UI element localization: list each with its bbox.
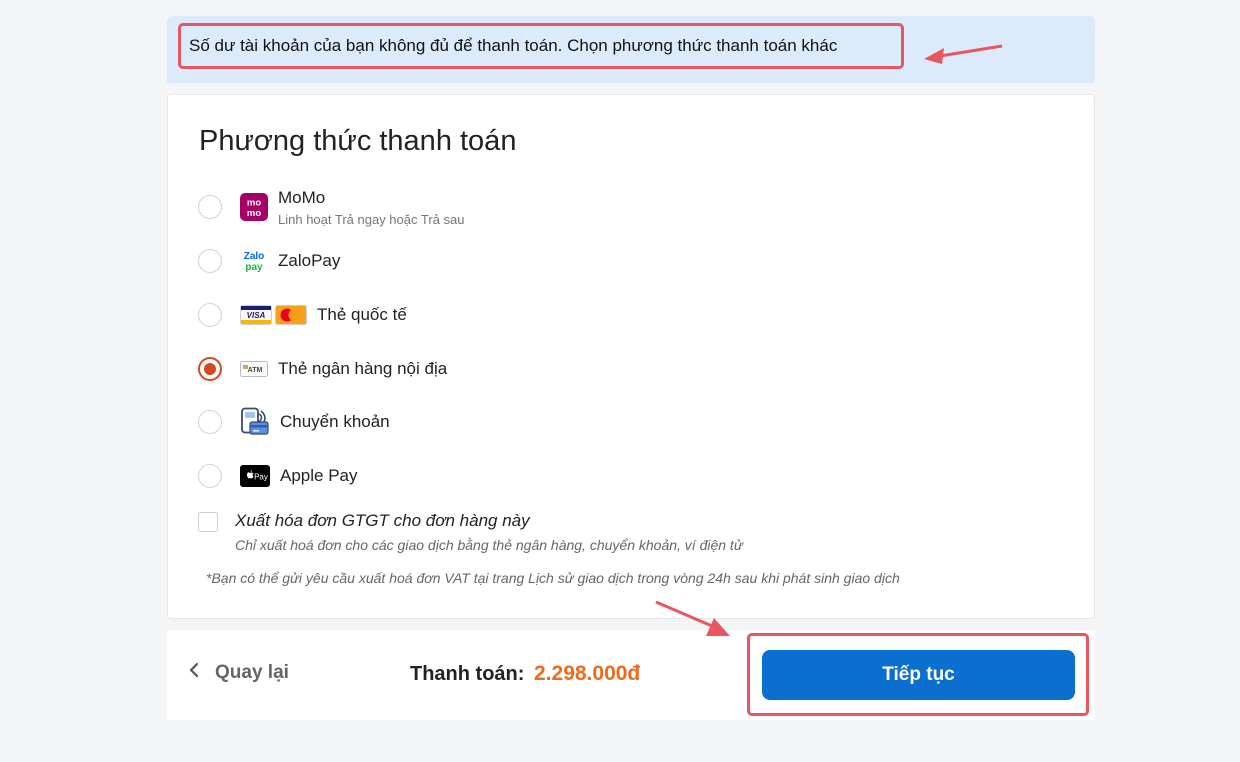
svg-text:mo: mo (247, 198, 261, 209)
zalopay-icon: Zalo pay (240, 247, 268, 275)
payment-option-label: Thẻ ngân hàng nội địa (278, 359, 448, 378)
total-amount: 2.298.000đ (534, 662, 641, 685)
continue-button[interactable]: Tiếp tục (762, 650, 1075, 700)
payment-method-card: Phương thức thanh toán mo mo MoMo Linh h… (167, 94, 1095, 619)
svg-text:Zalo: Zalo (244, 251, 265, 262)
back-button[interactable]: Quay lại (189, 662, 289, 684)
alert-highlight-box: Số dư tài khoản của bạn không đủ để than… (178, 23, 904, 69)
payment-option-zalopay[interactable]: Zalo pay ZaloPay (198, 241, 798, 281)
annotation-arrow-button (655, 600, 730, 636)
payment-option-international-card[interactable]: VISA Thẻ quốc tế (198, 295, 798, 335)
payment-option-label: ZaloPay (278, 251, 341, 270)
radio-momo[interactable] (198, 195, 222, 219)
payment-option-momo[interactable]: mo mo MoMo Linh hoạt Trả ngay hoặc Trả s… (198, 185, 798, 229)
payment-option-sublabel: Linh hoạt Trả ngay hoặc Trả sau (278, 211, 465, 227)
atm-card-icon: ATM (240, 359, 268, 379)
back-label: Quay lại (215, 662, 289, 683)
svg-text:VISA: VISA (247, 311, 266, 320)
checkout-footer: Quay lại Thanh toán: 2.298.000đ Tiếp tục (167, 630, 1095, 720)
svg-text:pay: pay (245, 262, 263, 273)
alert-message: Số dư tài khoản của bạn không đủ để than… (189, 36, 838, 55)
radio-domestic-card[interactable] (198, 357, 222, 381)
payment-option-label: Chuyển khoản (280, 412, 390, 431)
chevron-left-icon (189, 662, 199, 684)
apple-pay-icon: Pay (240, 465, 270, 487)
vat-invoice-checkbox[interactable] (198, 512, 218, 532)
annotation-arrow-alert (924, 44, 1003, 64)
page-title: Phương thức thanh toán (199, 125, 517, 157)
visa-mastercard-icon: VISA (240, 304, 307, 326)
payment-option-label: MoMo (278, 187, 326, 207)
vat-invoice-note: *Bạn có thể gửi yêu cầu xuất hoá đơn VAT… (206, 570, 900, 586)
payment-option-apple-pay[interactable]: Pay Apple Pay (198, 456, 798, 496)
radio-bank-transfer[interactable] (198, 410, 222, 434)
vat-invoice-label: Xuất hóa đơn GTGT cho đơn hàng này (235, 511, 530, 530)
total-payment: Thanh toán: 2.298.000đ (410, 662, 640, 686)
total-label: Thanh toán: (410, 663, 525, 685)
payment-option-bank-transfer[interactable]: Chuyển khoản (198, 402, 798, 442)
vat-invoice-sublabel: Chỉ xuất hoá đơn cho các giao dịch bằng … (235, 537, 743, 553)
payment-option-label: Thẻ quốc tế (317, 305, 407, 324)
radio-zalopay[interactable] (198, 249, 222, 273)
payment-option-domestic-card[interactable]: ATM Thẻ ngân hàng nội địa (198, 349, 798, 389)
radio-international-card[interactable] (198, 303, 222, 327)
radio-apple-pay[interactable] (198, 464, 222, 488)
svg-text:mo: mo (247, 208, 261, 219)
bank-transfer-icon (240, 407, 270, 437)
svg-text:Pay: Pay (254, 473, 268, 482)
payment-option-label: Apple Pay (280, 466, 358, 485)
svg-text:ATM: ATM (248, 367, 263, 374)
momo-icon: mo mo (240, 193, 268, 221)
